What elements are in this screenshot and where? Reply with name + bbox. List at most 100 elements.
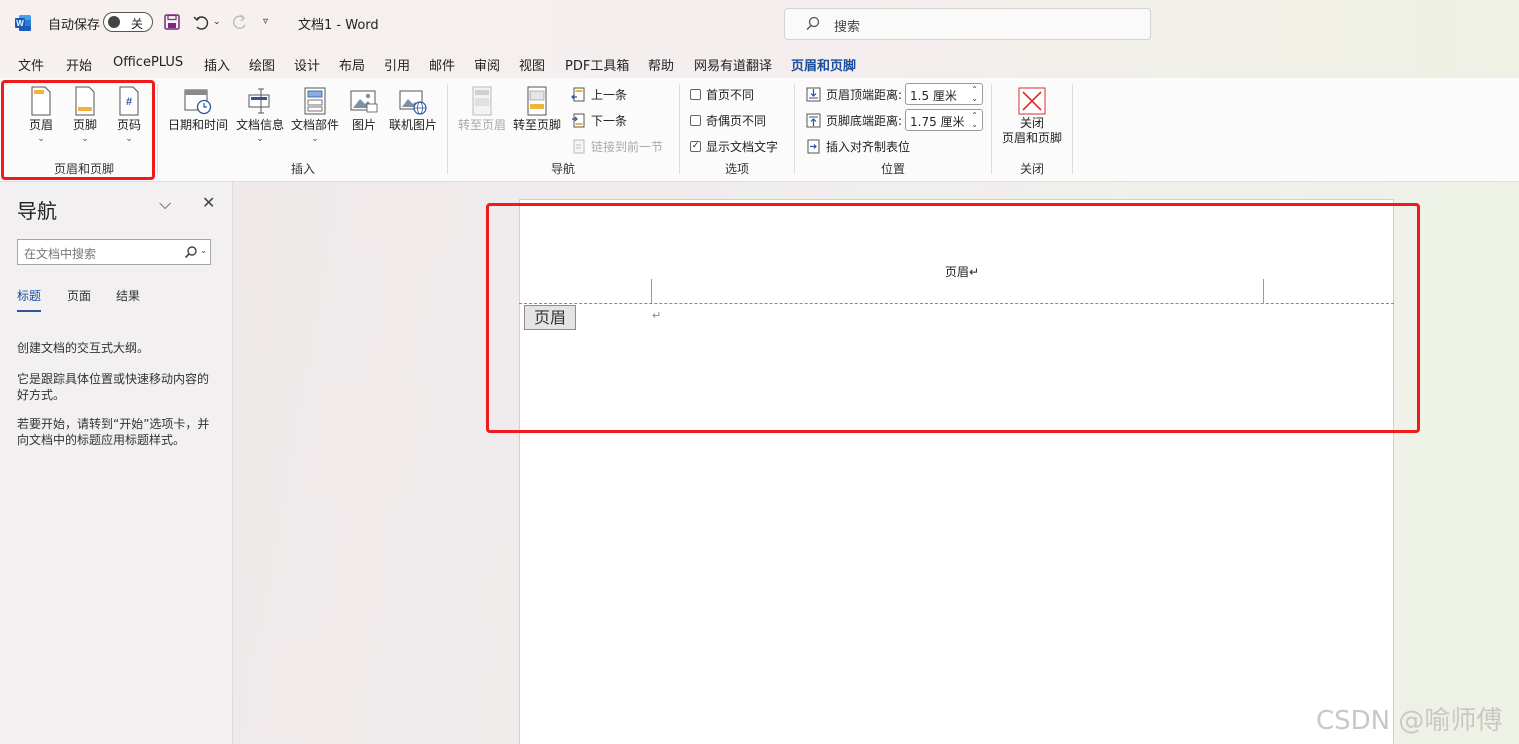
group-divider bbox=[794, 84, 795, 174]
tab-layout[interactable]: 布局 bbox=[339, 55, 365, 74]
nav-tab-pages[interactable]: 页面 bbox=[67, 287, 91, 304]
goto-footer-label: 转至页脚 bbox=[512, 118, 561, 132]
group-label-position: 位置 bbox=[881, 162, 906, 176]
footer-bottom-distance-input[interactable]: 1.75 厘米 ⌃ ⌄ bbox=[905, 109, 983, 131]
spin-up-icon[interactable]: ⌃ bbox=[971, 85, 978, 94]
footer-bottom-distance-label: 页脚底端距离: bbox=[826, 114, 903, 128]
save-icon[interactable] bbox=[163, 13, 181, 31]
quick-parts-label: 文档部件 bbox=[290, 118, 339, 132]
tab-header-footer[interactable]: 页眉和页脚 bbox=[791, 55, 857, 81]
undo-dropdown-icon[interactable]: ⌄ bbox=[213, 17, 221, 27]
navigation-title: 导航 bbox=[17, 199, 57, 223]
tab-insert[interactable]: 插入 bbox=[204, 55, 230, 74]
goto-footer-button[interactable]: 转至页脚 bbox=[512, 86, 562, 133]
date-time-button[interactable]: 日期和时间 bbox=[167, 86, 229, 133]
navigation-search-placeholder: 在文档中搜索 bbox=[24, 247, 97, 261]
show-document-text-checkbox[interactable]: ✓ 显示文档文字 bbox=[690, 138, 778, 155]
online-picture-button[interactable]: 联机图片 bbox=[388, 86, 438, 133]
nav-help-text-1: 创建文档的交互式大纲。 bbox=[17, 341, 150, 355]
different-first-page-checkbox[interactable]: 首页不同 bbox=[690, 86, 754, 103]
date-time-label: 日期和时间 bbox=[167, 118, 228, 132]
word-logo-icon: W bbox=[15, 15, 31, 31]
tab-view[interactable]: 视图 bbox=[519, 55, 545, 74]
chevron-down-icon: ⌄ bbox=[256, 134, 264, 144]
spin-down-icon[interactable]: ⌄ bbox=[971, 120, 978, 129]
spin-up-icon[interactable]: ⌃ bbox=[971, 111, 978, 120]
autosave-toggle[interactable]: 关 bbox=[103, 12, 153, 32]
document-info-icon bbox=[248, 88, 270, 114]
tab-home[interactable]: 开始 bbox=[66, 55, 92, 74]
undo-icon[interactable] bbox=[192, 13, 210, 31]
close-header-footer-button[interactable]: 关闭 页眉和页脚 bbox=[1000, 86, 1064, 146]
quick-parts-button[interactable]: 文档部件 ⌄ bbox=[290, 86, 340, 144]
online-picture-icon bbox=[399, 90, 427, 115]
close-pane-icon[interactable]: ✕ bbox=[202, 193, 215, 212]
nav-help-text-2: 它是跟踪具体位置或快速移动内容的好方式。 bbox=[17, 372, 210, 402]
autosave-label: 自动保存 bbox=[48, 18, 101, 33]
group-divider bbox=[991, 84, 992, 174]
group-divider bbox=[157, 84, 158, 174]
redo-icon[interactable] bbox=[231, 13, 249, 31]
nav-help-text-3: 若要开始，请转到“开始”选项卡，并向文档中的标题应用标题样式。 bbox=[17, 417, 210, 447]
search-placeholder: 搜索 bbox=[834, 20, 861, 35]
chevron-down-icon: ⌄ bbox=[311, 134, 319, 144]
goto-footer-icon bbox=[527, 86, 547, 116]
quick-parts-icon bbox=[304, 87, 326, 115]
checkbox-unchecked bbox=[690, 115, 701, 126]
autosave-state: 关 bbox=[131, 17, 144, 31]
online-picture-label: 联机图片 bbox=[388, 118, 437, 132]
picture-button[interactable]: 图片 bbox=[348, 86, 380, 133]
checkbox-unchecked bbox=[690, 89, 701, 100]
different-odd-even-checkbox[interactable]: 奇偶页不同 bbox=[690, 112, 766, 129]
picture-icon bbox=[350, 90, 378, 113]
tab-references[interactable]: 引用 bbox=[384, 55, 410, 74]
next-label: 下一条 bbox=[591, 114, 628, 128]
highlight-box-ribbon-group bbox=[1, 80, 155, 180]
customize-qat-icon[interactable]: ▿ bbox=[263, 16, 268, 27]
search-icon bbox=[806, 16, 820, 30]
insert-alignment-tab-label: 插入对齐制表位 bbox=[826, 140, 911, 154]
next-button[interactable]: 下一条 bbox=[571, 112, 627, 129]
tab-help[interactable]: 帮助 bbox=[648, 55, 674, 74]
search-icon[interactable] bbox=[184, 245, 198, 259]
close-label-line1: 关闭 bbox=[1019, 116, 1044, 130]
navigation-search-input[interactable]: 在文档中搜索 ⌄ bbox=[17, 239, 211, 265]
tab-pdf-toolbox[interactable]: PDF工具箱 bbox=[565, 55, 629, 74]
ribbon: 页眉 ⌄ 页脚 ⌄ # 页码 ⌄ 页眉和页脚 日期和时间 文档信息 ⌄ 文档部件… bbox=[0, 78, 1519, 182]
group-divider bbox=[679, 84, 680, 174]
header-top-distance-label: 页眉顶端距离: bbox=[826, 88, 903, 102]
search-input[interactable]: 搜索 bbox=[784, 8, 1151, 40]
previous-label: 上一条 bbox=[591, 88, 628, 102]
nav-tab-headings[interactable]: 标题 bbox=[17, 287, 42, 312]
tab-youdao-translate[interactable]: 网易有道翻译 bbox=[694, 55, 772, 74]
header-position-icon bbox=[806, 87, 821, 102]
close-icon bbox=[1018, 87, 1046, 115]
doc-info-button[interactable]: 文档信息 ⌄ bbox=[235, 86, 285, 144]
highlight-box-header-area bbox=[486, 203, 1420, 433]
watermark: CSDN @喻师傅 bbox=[1316, 706, 1503, 736]
goto-header-icon bbox=[472, 86, 492, 116]
previous-button[interactable]: 上一条 bbox=[571, 86, 627, 103]
link-previous-button[interactable]: 链接到前一节 bbox=[571, 138, 663, 155]
title-bar: W 自动保存 关 ⌄ ▿ 文档1 - Word 搜索 bbox=[0, 0, 1519, 46]
goto-header-button[interactable]: 转至页眉 bbox=[457, 86, 507, 133]
tab-mailings[interactable]: 邮件 bbox=[429, 55, 455, 74]
insert-alignment-tab-button[interactable]: 插入对齐制表位 bbox=[806, 138, 910, 155]
header-top-distance-input[interactable]: 1.5 厘米 ⌃ ⌄ bbox=[905, 83, 983, 105]
nav-tab-results[interactable]: 结果 bbox=[116, 287, 140, 304]
tab-design[interactable]: 设计 bbox=[294, 55, 320, 74]
group-label-close: 关闭 bbox=[1020, 162, 1045, 176]
svg-text:W: W bbox=[16, 19, 24, 28]
header-top-distance-row: 页眉顶端距离: bbox=[806, 86, 902, 103]
search-options-chevron-icon[interactable]: ⌄ bbox=[200, 246, 207, 255]
close-label-line2: 页眉和页脚 bbox=[1001, 131, 1062, 145]
link-previous-icon bbox=[573, 139, 585, 154]
footer-bottom-distance-row: 页脚底端距离: bbox=[806, 112, 902, 129]
tab-officeplus[interactable]: OfficePLUS bbox=[113, 55, 183, 70]
tab-file[interactable]: 文件 bbox=[18, 55, 44, 74]
tab-review[interactable]: 审阅 bbox=[474, 55, 500, 74]
chevron-down-icon[interactable]: ⌵ bbox=[159, 194, 171, 214]
tab-draw[interactable]: 绘图 bbox=[249, 55, 275, 74]
spin-down-icon[interactable]: ⌄ bbox=[971, 94, 978, 103]
next-section-icon bbox=[572, 113, 585, 128]
